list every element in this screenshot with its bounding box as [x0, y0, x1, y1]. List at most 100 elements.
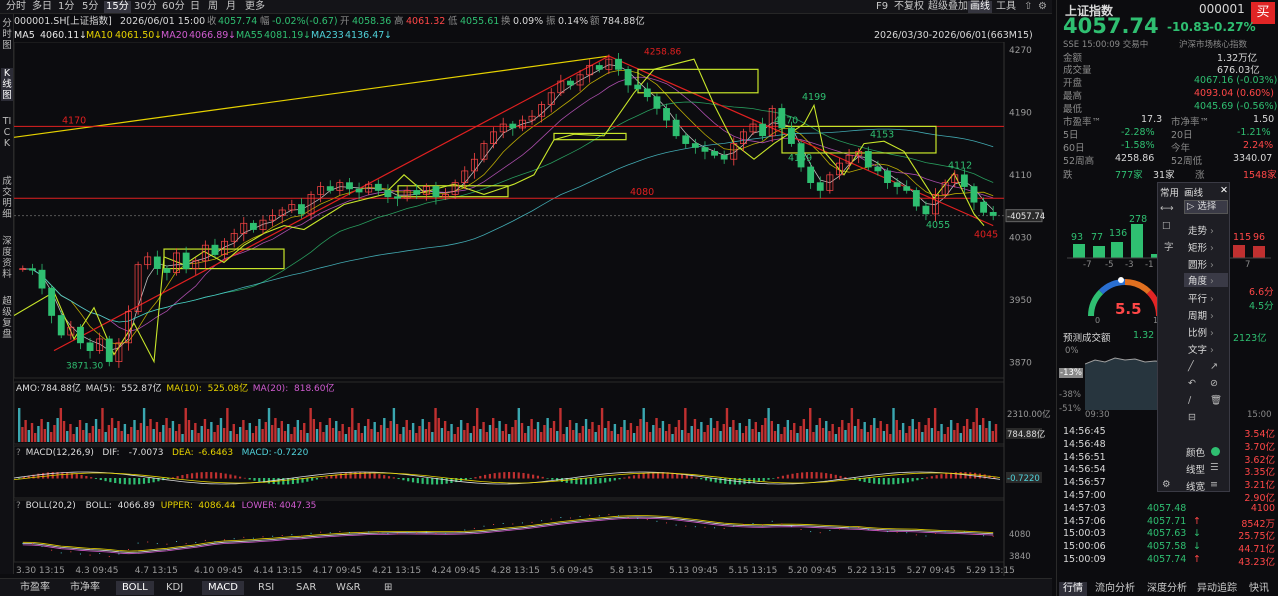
- tools-button[interactable]: 工具: [994, 1, 1018, 13]
- rtab-anomaly[interactable]: 异动追踪: [1193, 582, 1241, 596]
- gear-icon[interactable]: ⚙: [1162, 479, 1171, 490]
- nav-kline[interactable]: K线图: [1, 68, 13, 101]
- tab-macd[interactable]: MACD: [202, 581, 244, 595]
- tab-sar[interactable]: SAR: [290, 581, 322, 595]
- arrow-up-icon[interactable]: ⇧: [1022, 1, 1034, 13]
- menu-item-cycle[interactable]: 周期 ›: [1188, 308, 1214, 322]
- menu-item-text[interactable]: 文字 ›: [1188, 342, 1214, 356]
- f9-button[interactable]: F9: [874, 1, 890, 13]
- rtab-news[interactable]: 快讯: [1245, 582, 1273, 596]
- arrow-icon[interactable]: ↗: [1210, 361, 1218, 372]
- kline-chart[interactable]: 4170 4080 4258.86 3871.30 4199 4170 4139 4153 41…: [14, 42, 1052, 576]
- amo-bar: [911, 419, 914, 442]
- boll-axis-top: 4080: [1009, 530, 1031, 540]
- menu-tab-common[interactable]: 常用: [1160, 185, 1179, 199]
- add-indicator-icon[interactable]: ⊞: [378, 581, 398, 595]
- fall-count: 777家: [1115, 170, 1143, 181]
- pen-icon[interactable]: ╱: [1188, 361, 1194, 372]
- tab-fenshi[interactable]: 分时: [4, 1, 28, 13]
- adjust-button[interactable]: 不复权: [892, 1, 926, 13]
- tab-day[interactable]: 日: [188, 1, 202, 13]
- menu-item-ratio[interactable]: 比例 ›: [1188, 325, 1214, 339]
- amo-bar: [245, 430, 248, 442]
- macd-hist: [474, 477, 477, 479]
- tab-wr[interactable]: W&R: [330, 581, 367, 595]
- tab-more[interactable]: 更多: [243, 1, 267, 13]
- macd-hist: [700, 478, 703, 480]
- brush-icon[interactable]: ∕: [1188, 395, 1191, 406]
- undo-icon[interactable]: ↶: [1188, 378, 1196, 389]
- menu-tab-draw[interactable]: 画线: [1184, 185, 1203, 199]
- linetype-icon[interactable]: ☰: [1210, 462, 1219, 473]
- menu-item-angle[interactable]: 角度 ›: [1184, 273, 1228, 287]
- menu-item-circle[interactable]: 圆形 ›: [1188, 257, 1214, 271]
- tab-15min[interactable]: 15分: [104, 1, 131, 13]
- x-tick-16: 5.29 13:15: [966, 566, 1015, 576]
- text-tool-aside[interactable]: 字: [1164, 239, 1174, 253]
- high-value: 4093.04 (0.60%): [1194, 88, 1274, 99]
- tab-pe[interactable]: 市盈率: [14, 581, 56, 595]
- nav-replay[interactable]: 超级复盘: [1, 296, 13, 340]
- tab-5min[interactable]: 5分: [80, 1, 100, 13]
- nav-fenshi[interactable]: 分时图: [1, 18, 13, 51]
- tab-boll[interactable]: BOLL: [116, 581, 154, 595]
- macd-hist: [344, 472, 347, 479]
- rtab-market[interactable]: 行情: [1059, 582, 1087, 596]
- tab-60min[interactable]: 60分: [160, 1, 187, 13]
- period-toolbar: 分时 多日 1分 5分 15分 30分 60分 日 周 月 更多 F9 不复权 …: [0, 0, 1052, 14]
- candle-body: [912, 190, 920, 207]
- ma233-value: 4136.47: [345, 30, 385, 41]
- amo-bar: [517, 408, 521, 442]
- high-value: 4061.32: [406, 16, 446, 27]
- overlay-button[interactable]: 超级叠加: [926, 1, 970, 13]
- nav-trade-detail[interactable]: 成交明细: [1, 176, 13, 220]
- tab-1min[interactable]: 1分: [56, 1, 76, 13]
- amo-bar: [123, 424, 127, 442]
- rtab-flow[interactable]: 流向分析: [1091, 582, 1139, 596]
- tab-pb[interactable]: 市净率: [64, 581, 106, 595]
- menu-item-trend[interactable]: 走势 ›: [1188, 223, 1214, 237]
- d20-value: -1.21%: [1237, 127, 1271, 138]
- lock-icon[interactable]: ⊟: [1188, 412, 1196, 423]
- amo-bar: [796, 433, 799, 442]
- amo-bar: [411, 423, 415, 442]
- drawline-button[interactable]: 画线: [968, 1, 992, 13]
- macd-hist: [503, 472, 506, 479]
- tab-week[interactable]: 周: [206, 1, 220, 13]
- amo-bar: [53, 425, 56, 442]
- rtab-depth[interactable]: 深度分析: [1143, 582, 1191, 596]
- color-swatch[interactable]: [1211, 447, 1220, 456]
- amo-bar: [946, 427, 950, 442]
- tick-time: 14:56:51: [1063, 451, 1106, 463]
- macd-hist: [728, 478, 732, 485]
- menu-item-rect[interactable]: 矩形 ›: [1188, 240, 1214, 254]
- nav-tick[interactable]: TICK: [1, 116, 13, 149]
- tab-kdj[interactable]: KDJ: [160, 581, 189, 595]
- tab-rsi[interactable]: RSI: [252, 581, 280, 595]
- amo-bar: [251, 433, 255, 442]
- amo-bar: [658, 428, 661, 442]
- linewidth-icon[interactable]: ≡: [1210, 479, 1218, 490]
- menu-item-parallel[interactable]: 平行 ›: [1188, 291, 1214, 305]
- macd-hist: [805, 472, 809, 479]
- delete-icon[interactable]: 🗑: [1210, 395, 1222, 406]
- settings-icon[interactable]: ⚙: [1036, 1, 1049, 13]
- amo-bar: [370, 429, 373, 442]
- select-tool[interactable]: ▷ 选择: [1184, 200, 1228, 214]
- tab-30min[interactable]: 30分: [132, 1, 159, 13]
- amo-bar: [937, 431, 940, 442]
- macd-hist: [383, 475, 386, 479]
- tab-month[interactable]: 月: [224, 1, 238, 13]
- horizontal-line-icon[interactable]: ⟷: [1160, 203, 1174, 214]
- candle-body: [595, 65, 603, 70]
- tick-time: 14:56:54: [1063, 464, 1106, 476]
- nav-depth[interactable]: 深度资料: [1, 236, 13, 280]
- amo-bar: [104, 432, 107, 442]
- rect-tool-icon[interactable]: ☐: [1162, 221, 1171, 232]
- amo-bar: [850, 408, 854, 442]
- close-icon[interactable]: ✕: [1220, 185, 1228, 196]
- tab-duori[interactable]: 多日: [30, 1, 54, 13]
- hide-icon[interactable]: ⊘: [1210, 378, 1218, 389]
- amo-bar: [222, 428, 226, 442]
- candle-body: [182, 252, 190, 269]
